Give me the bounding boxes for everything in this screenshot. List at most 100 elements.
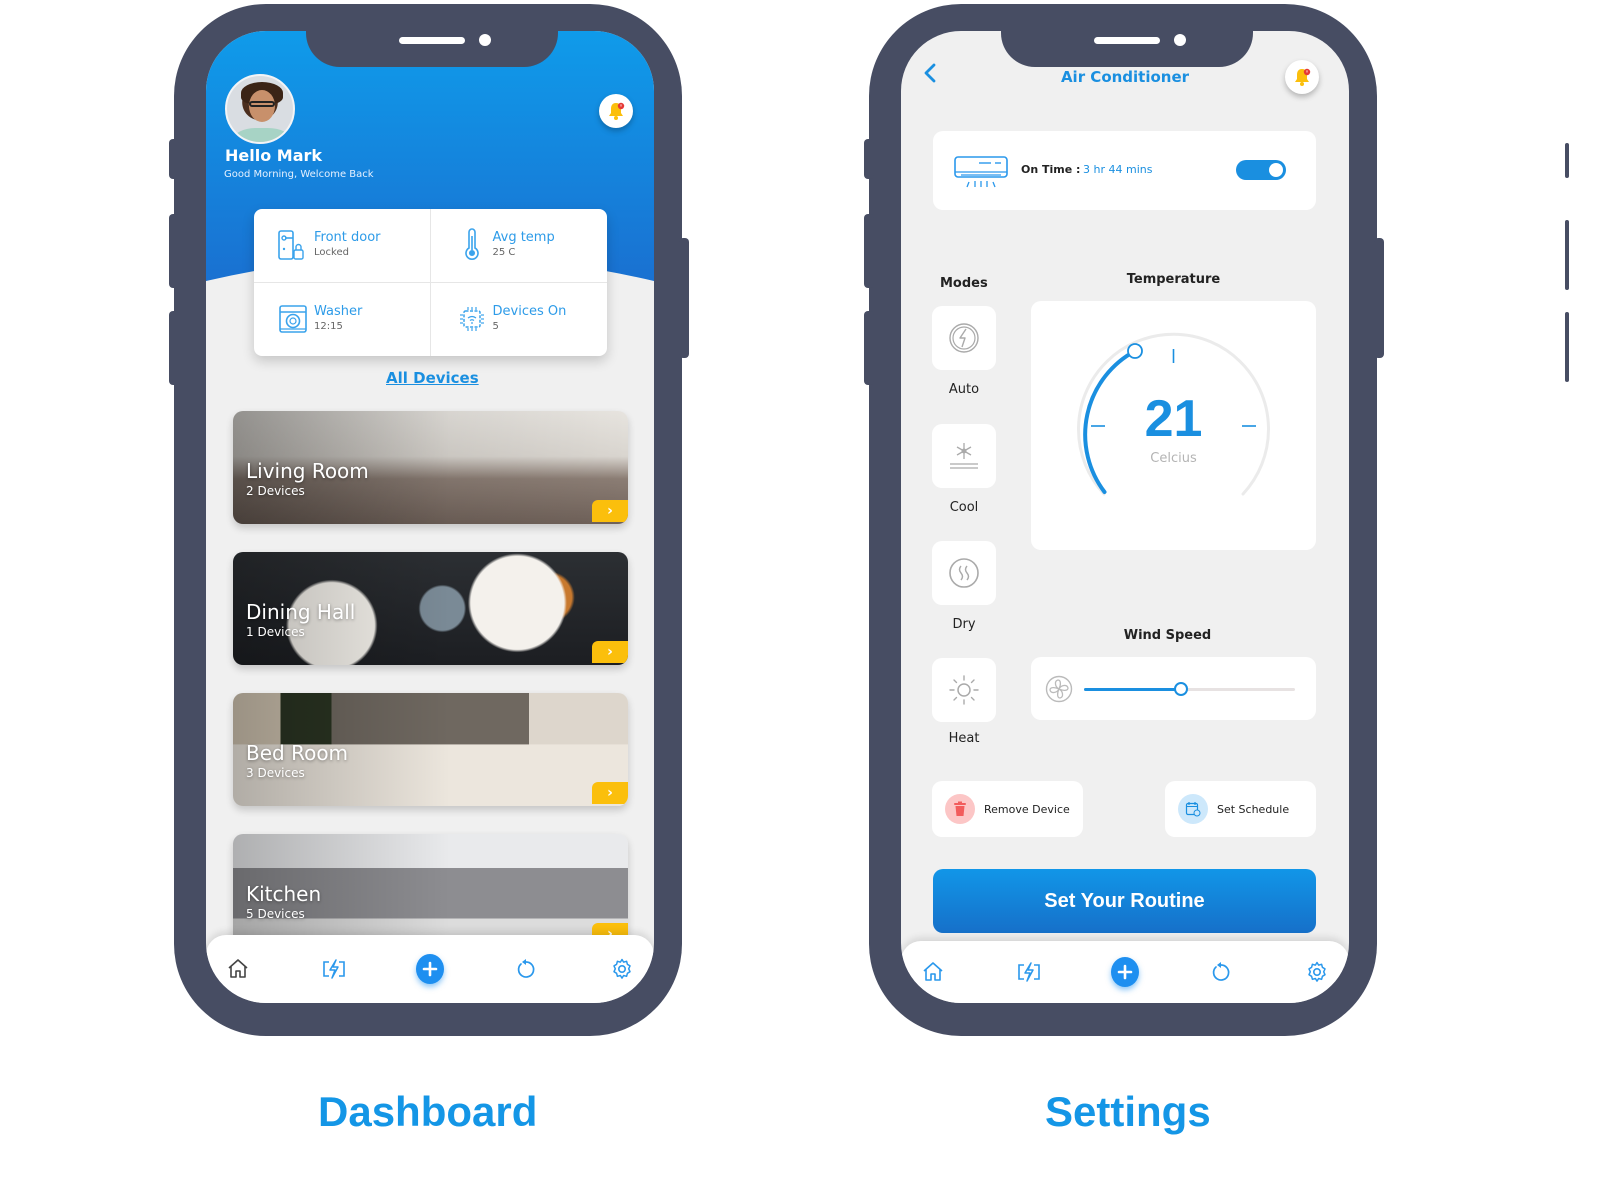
door-lock-icon bbox=[278, 230, 304, 261]
set-routine-button[interactable]: Set Your Routine bbox=[933, 869, 1316, 933]
tab-settings[interactable] bbox=[608, 955, 636, 983]
temperature-value: 21 bbox=[1144, 390, 1203, 448]
fan-icon bbox=[1045, 675, 1073, 703]
room-open-button[interactable]: › bbox=[592, 500, 628, 522]
on-time-label: On Time : bbox=[1021, 163, 1081, 176]
stat-devices-on[interactable]: Devices On 5 bbox=[431, 283, 608, 357]
calendar-icon bbox=[1178, 794, 1208, 824]
mode-dry-button[interactable] bbox=[932, 541, 996, 605]
add-icon bbox=[416, 954, 444, 984]
chip-icon bbox=[459, 307, 484, 332]
settings-phone-frame: Air Conditioner On Time : 3 hr 44 mins M… bbox=[864, 4, 1384, 1036]
third-phone-edge bbox=[1565, 220, 1569, 290]
stat-front-door[interactable]: Front door Locked bbox=[254, 209, 431, 283]
stat-washer[interactable]: Washer 12:15 bbox=[254, 282, 431, 356]
power-button bbox=[1374, 238, 1384, 358]
tab-add[interactable] bbox=[416, 954, 444, 984]
front-camera bbox=[479, 34, 491, 46]
notification-button[interactable] bbox=[599, 94, 633, 128]
side-button bbox=[169, 214, 179, 288]
third-phone-edge bbox=[1565, 143, 1569, 178]
third-phone-edge bbox=[1565, 312, 1569, 382]
room-open-button[interactable]: › bbox=[592, 782, 628, 804]
temperature-unit: Celcius bbox=[1150, 451, 1197, 466]
slider-fill bbox=[1084, 688, 1182, 691]
room-device-count: 5 Devices bbox=[246, 907, 305, 921]
tab-energy[interactable] bbox=[320, 955, 348, 983]
tab-history[interactable] bbox=[512, 955, 540, 983]
room-card-kitchen[interactable]: Kitchen 5 Devices › bbox=[233, 834, 628, 947]
speaker bbox=[399, 37, 465, 44]
side-button bbox=[169, 311, 179, 385]
tab-add[interactable] bbox=[1111, 957, 1139, 987]
mode-label: Auto bbox=[948, 382, 980, 397]
tab-home[interactable] bbox=[919, 958, 947, 986]
stat-avg-temp[interactable]: Avg temp 25 C bbox=[430, 209, 607, 283]
chevron-right-icon: › bbox=[607, 503, 613, 519]
notification-button[interactable] bbox=[1285, 60, 1319, 94]
room-name: Living Room bbox=[246, 459, 369, 483]
stat-value: 25 C bbox=[492, 247, 516, 259]
side-button bbox=[864, 311, 874, 385]
room-card-bed-room[interactable]: Bed Room 3 Devices › bbox=[233, 693, 628, 806]
mode-cool-button[interactable] bbox=[932, 424, 996, 488]
bottom-tab-bar bbox=[206, 935, 654, 1003]
power-button bbox=[679, 238, 689, 358]
front-camera bbox=[1174, 34, 1186, 46]
greeting-subtitle: Good Morning, Welcome Back bbox=[224, 169, 374, 180]
mode-heat-button[interactable] bbox=[932, 658, 996, 722]
stat-title: Devices On bbox=[492, 304, 567, 320]
room-open-button[interactable]: › bbox=[592, 641, 628, 663]
wind-speed-label: Wind Speed bbox=[1123, 628, 1212, 643]
temperature-card: 21 Celcius bbox=[1031, 301, 1316, 550]
wind-speed-slider[interactable] bbox=[1084, 682, 1295, 696]
auto-mode-icon bbox=[949, 323, 979, 353]
tab-history[interactable] bbox=[1207, 958, 1235, 986]
dashboard-phone-frame: Hello Mark Good Morning, Welcome Back Fr… bbox=[169, 4, 689, 1036]
stat-value: 5 bbox=[492, 321, 499, 333]
stat-title: Avg temp bbox=[492, 230, 555, 246]
phone-notch bbox=[1001, 31, 1253, 67]
speaker bbox=[1094, 37, 1160, 44]
room-name: Bed Room bbox=[246, 741, 349, 765]
room-device-count: 1 Devices bbox=[246, 625, 305, 639]
tab-home[interactable] bbox=[224, 955, 252, 983]
settings-icon bbox=[613, 958, 631, 979]
home-icon bbox=[923, 962, 943, 981]
on-time-value: 3 hr 44 mins bbox=[1083, 163, 1153, 176]
on-time-card: On Time : 3 hr 44 mins bbox=[933, 131, 1316, 210]
temperature-label: Temperature bbox=[1126, 272, 1221, 287]
greeting-name: Hello Mark bbox=[225, 146, 323, 165]
mode-auto-button[interactable] bbox=[932, 306, 996, 370]
set-schedule-label: Set Schedule bbox=[1217, 802, 1290, 816]
home-icon bbox=[228, 959, 248, 978]
room-device-count: 3 Devices bbox=[246, 766, 305, 780]
washer-icon bbox=[279, 305, 307, 334]
dial-handle bbox=[1127, 343, 1143, 359]
history-icon bbox=[1212, 962, 1230, 981]
room-card-dining-hall[interactable]: Dining Hall 1 Devices › bbox=[233, 552, 628, 665]
add-icon bbox=[1111, 957, 1139, 987]
page-title: Air Conditioner bbox=[1060, 68, 1190, 86]
energy-icon bbox=[323, 959, 345, 979]
tab-energy[interactable] bbox=[1015, 958, 1043, 986]
room-card-living-room[interactable]: Living Room 2 Devices › bbox=[233, 411, 628, 524]
tab-settings[interactable] bbox=[1303, 958, 1331, 986]
settings-icon bbox=[1308, 961, 1326, 982]
history-icon bbox=[517, 959, 535, 978]
remove-device-label: Remove Device bbox=[984, 802, 1070, 816]
side-button bbox=[169, 139, 179, 179]
settings-screen: Air Conditioner On Time : 3 hr 44 mins M… bbox=[901, 31, 1349, 1003]
room-name: Kitchen bbox=[246, 882, 322, 906]
chevron-right-icon: › bbox=[607, 644, 613, 660]
power-toggle[interactable] bbox=[1236, 160, 1286, 180]
snowflake-icon bbox=[950, 443, 978, 469]
set-schedule-button[interactable]: Set Schedule bbox=[1165, 781, 1316, 837]
avatar[interactable] bbox=[225, 74, 295, 144]
stat-title: Washer bbox=[314, 304, 363, 320]
trash-icon bbox=[945, 794, 975, 824]
all-devices-link[interactable]: All Devices bbox=[386, 369, 479, 387]
remove-device-button[interactable]: Remove Device bbox=[932, 781, 1083, 837]
slider-thumb[interactable] bbox=[1174, 682, 1189, 696]
wind-speed-card bbox=[1031, 657, 1316, 720]
